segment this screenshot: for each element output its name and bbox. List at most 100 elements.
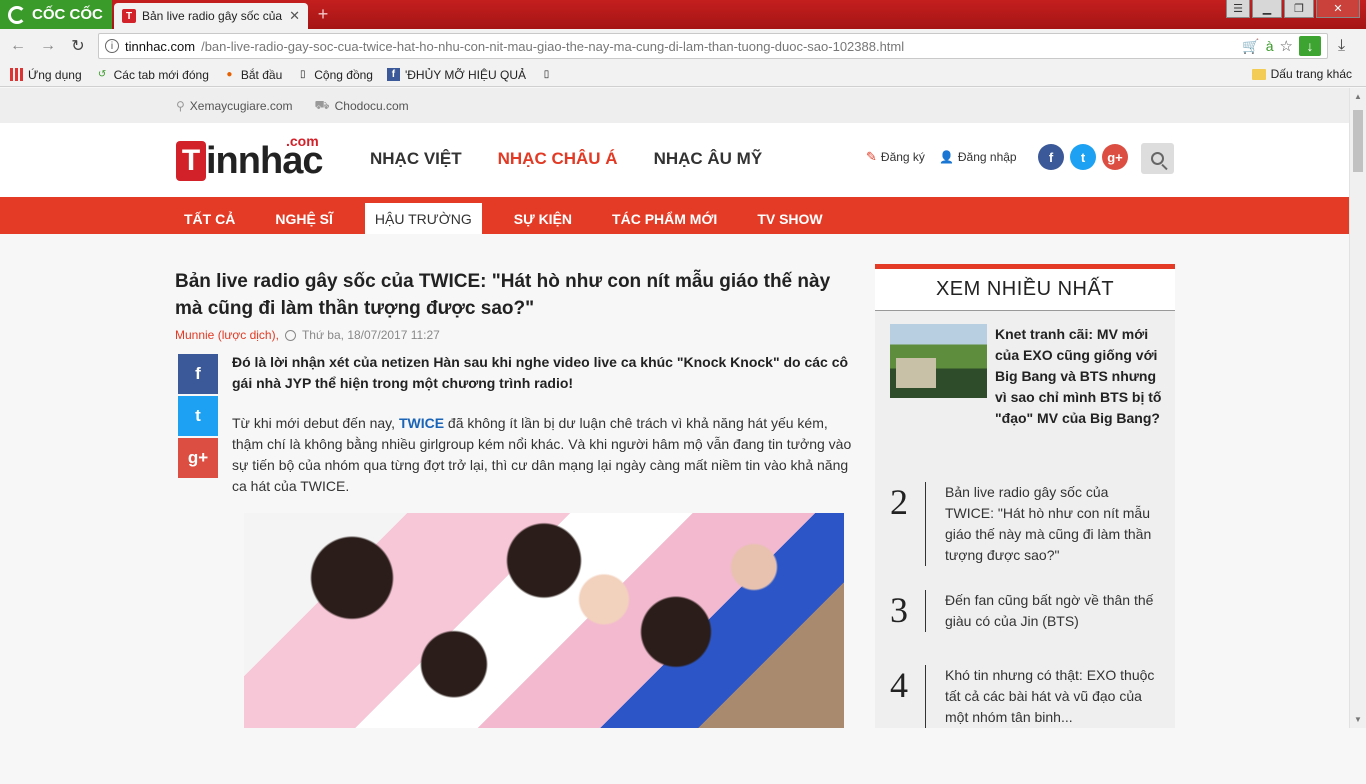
nav-nhac-chau-a[interactable]: NHẠC CHÂU Á — [498, 149, 618, 169]
facebook-icon[interactable]: f — [1038, 144, 1064, 170]
item-title[interactable]: Khó tin nhưng có thật: EXO thuộc tất cả … — [925, 665, 1155, 728]
sidebar-item[interactable]: 2 Bản live radio gây sốc của TWICE: "Hát… — [890, 482, 1155, 566]
history-icon: ↺ — [97, 69, 107, 80]
tinnhac-logo[interactable]: T innhac .com — [176, 133, 323, 181]
link-chodocu[interactable]: ⛟ Chodocu.com — [315, 98, 409, 114]
reload-icon[interactable]: ↻ — [68, 36, 88, 56]
article-body: Đó là lời nhận xét của netizen Hàn sau k… — [232, 352, 856, 497]
address-bar[interactable]: i tinnhac.com/ban-live-radio-gay-soc-cua… — [98, 33, 1328, 59]
share-facebook-icon[interactable]: f — [178, 354, 218, 394]
nav-nhac-viet[interactable]: NHẠC VIỆT — [370, 149, 462, 169]
article-paragraph: Từ khi mới debut đến nay, TWICE đã không… — [232, 415, 852, 494]
nav-nhac-au-my[interactable]: NHẠC ÂU MỸ — [654, 149, 763, 169]
new-tab-icon[interactable]: + — [312, 5, 334, 24]
site-header: T innhac .com NHẠC VIỆT NHẠC CHÂU Á NHẠC… — [0, 123, 1349, 197]
url-path: /ban-live-radio-gay-soc-cua-twice-hat-ho… — [201, 38, 905, 54]
share-buttons: f t g+ — [178, 354, 218, 478]
link-xemaycugiare[interactable]: ⚲ Xemaycugiare.com — [176, 99, 293, 113]
auth-links: ✎ Đăng ký 👤 Đăng nhập — [866, 149, 1017, 165]
browser-menu-icon[interactable]: ☰ — [1226, 0, 1250, 18]
item-rank: 3 — [890, 590, 908, 630]
article-photo[interactable] — [244, 513, 844, 728]
item-title[interactable]: Bản live radio gây sốc của TWICE: "Hát h… — [925, 482, 1155, 566]
back-arrow-icon[interactable]: ← — [8, 36, 28, 56]
sidebar-item[interactable]: 4 Khó tin nhưng có thật: EXO thuộc tất c… — [890, 665, 1155, 728]
translate-icon[interactable]: à — [1266, 38, 1274, 54]
browser-toolbar: ← → ↻ i tinnhac.com/ban-live-radio-gay-s… — [0, 29, 1366, 63]
tag-twice-link[interactable]: TWICE — [399, 415, 444, 431]
subnav-tac-pham-moi[interactable]: TÁC PHẨM MỚI — [604, 203, 725, 234]
register-link[interactable]: ✎ Đăng ký — [866, 149, 925, 165]
window-controls: ☰ ▁ ❐ ✕ — [1226, 0, 1360, 18]
subnav-nghe-si[interactable]: NGHỆ SĨ — [267, 203, 341, 234]
subnav-tv-show[interactable]: TV SHOW — [749, 203, 830, 234]
article-date: Thứ ba, 18/07/2017 11:27 — [301, 328, 440, 342]
subnav-hau-truong[interactable]: HẬU TRƯỜNG — [364, 203, 482, 234]
main-nav: NHẠC VIỆT NHẠC CHÂU Á NHẠC ÂU MỸ — [370, 149, 762, 169]
item-rank: 4 — [890, 665, 908, 705]
bookmark-apps[interactable]: Ứng dụng — [10, 68, 82, 82]
page-icon: ▯ — [543, 69, 550, 80]
search-button[interactable] — [1141, 143, 1174, 174]
other-bookmarks[interactable]: Dấu trang khác — [1251, 67, 1352, 81]
maximize-icon[interactable]: ❐ — [1284, 0, 1314, 18]
facebook-icon: f — [386, 68, 400, 81]
scroll-down-icon[interactable]: ▼ — [1354, 715, 1362, 724]
browser-tab-active[interactable]: T Bản live radio gây sốc của ✕ — [114, 3, 308, 29]
scroll-up-icon[interactable]: ▲ — [1354, 92, 1362, 101]
article-author[interactable]: Munnie (lược dịch), — [175, 328, 279, 342]
page-viewport: ⚲ Xemaycugiare.com ⛟ Chodocu.com T innhac … — [0, 88, 1349, 728]
partner-links: ⚲ Xemaycugiare.com ⛟ Chodocu.com — [0, 88, 1349, 123]
coccoc-logo-icon — [8, 5, 26, 24]
site-info-icon[interactable]: i — [105, 39, 119, 53]
bookmark-community[interactable]: ▯ Cộng đồng — [296, 68, 373, 82]
social-links: f t g+ — [1038, 144, 1128, 170]
downloads-icon[interactable]: ⤓ — [1338, 37, 1345, 55]
forward-arrow-icon[interactable]: → — [38, 36, 58, 56]
sub-nav: TẤT CẢ NGHỆ SĨ HẬU TRƯỜNG SỰ KIỆN TÁC PH… — [0, 197, 1349, 234]
subnav-su-kien[interactable]: SỰ KIỆN — [506, 203, 580, 234]
twitter-icon[interactable]: t — [1070, 144, 1096, 170]
logo-com: .com — [286, 133, 319, 149]
bookmark-recent-tabs[interactable]: ↺ Các tab mới đóng — [96, 68, 209, 82]
firefox-icon: ● — [226, 69, 233, 80]
feature-title[interactable]: Knet tranh cãi: MV mới của EXO cũng giốn… — [995, 324, 1163, 429]
tinnhac-favicon-icon: T — [122, 9, 136, 23]
bookmark-blank[interactable]: ▯ — [540, 68, 553, 81]
scroll-thumb[interactable] — [1353, 110, 1363, 172]
login-link[interactable]: 👤 Đăng nhập — [939, 150, 1017, 164]
browser-tabbar: CỐC CỐC T Bản live radio gây sốc của ✕ +… — [0, 0, 1366, 29]
googleplus-icon[interactable]: g+ — [1102, 144, 1128, 170]
sidebar-item[interactable]: 3 Đến fan cũng bất ngờ về thân thế giàu … — [890, 590, 1155, 632]
brand-label: CỐC CỐC — [32, 6, 103, 23]
cart-icon: ⛟ — [314, 97, 330, 112]
browser-brand[interactable]: CỐC CỐC — [0, 0, 112, 29]
article: Bản live radio gây sốc của TWICE: "Hát h… — [175, 268, 855, 728]
folder-icon — [1251, 68, 1266, 80]
search-icon — [1151, 152, 1164, 165]
page-scrollbar[interactable]: ▲ ▼ — [1349, 88, 1366, 728]
minimize-icon[interactable]: ▁ — [1252, 0, 1282, 18]
close-window-icon[interactable]: ✕ — [1316, 0, 1360, 18]
url-host: tinnhac.com — [125, 38, 196, 54]
user-icon: 👤 — [938, 150, 954, 164]
savior-download-icon[interactable]: ↓ — [1299, 36, 1321, 56]
edit-icon: ✎ — [866, 149, 877, 164]
share-twitter-icon[interactable]: t — [178, 396, 218, 436]
close-tab-icon[interactable]: ✕ — [289, 8, 300, 24]
sidebar-feature[interactable]: Knet tranh cãi: MV mới của EXO cũng giốn… — [890, 324, 1163, 429]
most-viewed-sidebar: XEM NHIỀU NHẤT Knet tranh cãi: MV mới củ… — [875, 264, 1175, 728]
share-googleplus-icon[interactable]: g+ — [178, 438, 218, 478]
shopping-cart-icon[interactable]: 🛒 — [1242, 38, 1259, 55]
bookmark-star-icon[interactable]: ☆ — [1280, 37, 1293, 55]
item-title[interactable]: Đến fan cũng bất ngờ về thân thế giàu có… — [925, 590, 1155, 632]
motorbike-icon: ⚲ — [176, 98, 185, 113]
page-icon: ▯ — [299, 69, 306, 80]
bookmark-getting-started[interactable]: ● Bắt đầu — [223, 68, 282, 82]
bookmark-facebook[interactable]: f 'ĐHỦY MỠ HIỆU QUẢ — [386, 68, 526, 82]
feature-thumbnail[interactable] — [890, 324, 987, 398]
tab-title: Bản live radio gây sốc của — [142, 9, 283, 23]
subnav-tat-ca[interactable]: TẤT CẢ — [176, 203, 243, 234]
item-rank: 2 — [890, 482, 908, 522]
article-lead: Đó là lời nhận xét của netizen Hàn sau k… — [232, 354, 849, 391]
